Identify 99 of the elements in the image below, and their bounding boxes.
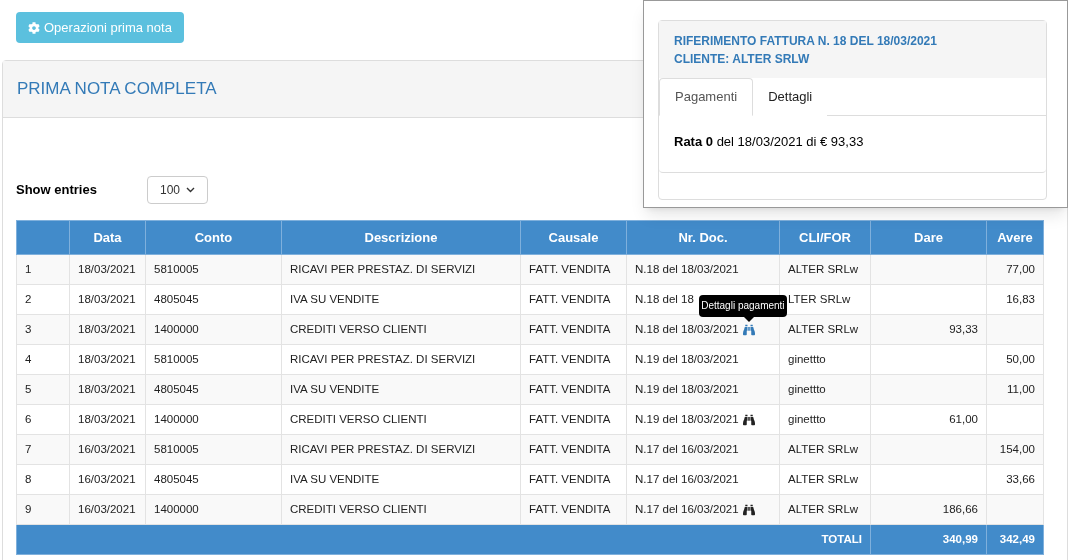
table-cell: FATT. VENDITA — [520, 284, 627, 315]
table-cell: 186,66 — [870, 494, 987, 525]
document-number: N.19 del 18/03/2021 — [635, 411, 739, 427]
table-cell: ginettto — [779, 374, 871, 405]
document-number: N.18 del 18/03/2021 — [635, 321, 739, 337]
table-cell: 16/03/2021 — [69, 434, 146, 465]
table-cell: 77,00 — [986, 254, 1044, 285]
table-cell: 18/03/2021 — [69, 314, 146, 345]
table-cell: FATT. VENDITA — [520, 494, 627, 525]
table-cell: FATT. VENDITA — [520, 434, 627, 465]
table-cell: IVA SU VENDITE — [281, 464, 521, 495]
table-cell: 18/03/2021 — [69, 404, 146, 435]
table-cell: 5810005 — [145, 344, 282, 375]
operations-button[interactable]: Operazioni prima nota — [16, 12, 184, 43]
entries-select[interactable]: 100 — [147, 176, 208, 204]
table-cell: 1400000 — [145, 404, 282, 435]
table-cell: 7 — [16, 434, 70, 465]
table-cell: IVA SU VENDITE — [281, 284, 521, 315]
table-cell: CREDITI VERSO CLIENTI — [281, 404, 521, 435]
table-cell — [986, 314, 1044, 345]
table-cell: RICAVI PER PRESTAZ. DI SERVIZI — [281, 344, 521, 375]
panel-title: PRIMA NOTA COMPLETA — [17, 78, 217, 101]
column-header[interactable]: Avere — [986, 220, 1044, 255]
table-cell: 6 — [16, 404, 70, 435]
table-cell: 154,00 — [986, 434, 1044, 465]
totals-cell: 340,99 — [870, 524, 987, 555]
table-cell: 5810005 — [145, 254, 282, 285]
table-cell: IVA SU VENDITE — [281, 374, 521, 405]
binoculars-icon[interactable] — [742, 503, 755, 516]
table-cell: ALTER SRLw — [779, 254, 871, 285]
table-cell: ALTER SRLw — [779, 494, 871, 525]
column-header[interactable]: Nr. Doc. — [626, 220, 780, 255]
document-number: N.17 del 16/03/2021 — [635, 501, 739, 517]
table-cell: 4 — [16, 344, 70, 375]
settings-icon — [28, 21, 40, 34]
table-cell: 4805045 — [145, 284, 282, 315]
document-number: N.18 del 18 — [635, 291, 694, 307]
table-cell: 61,00 — [870, 404, 987, 435]
column-header[interactable]: CLI/FOR — [779, 220, 871, 255]
table-cell — [986, 494, 1044, 525]
document-number: N.17 del 16/03/2021 — [635, 471, 739, 487]
table-cell: CREDITI VERSO CLIENTI — [281, 494, 521, 525]
table-cell: ginettto — [779, 404, 871, 435]
table-cell: FATT. VENDITA — [520, 314, 627, 345]
table-cell: 93,33 — [870, 314, 987, 345]
table-cell: 5 — [16, 374, 70, 405]
table-cell: FATT. VENDITA — [520, 344, 627, 375]
table-cell: 4805045 — [145, 464, 282, 495]
document-number: N.19 del 18/03/2021 — [635, 351, 739, 367]
table-cell: 18/03/2021 — [69, 374, 146, 405]
table-cell: FATT. VENDITA — [520, 464, 627, 495]
document-number: N.17 del 16/03/2021 — [635, 441, 739, 457]
table-cell: 18/03/2021 — [69, 254, 146, 285]
table-cell: 9 — [16, 494, 70, 525]
chevron-icon — [186, 187, 195, 193]
table-cell: 18/03/2021 — [69, 344, 146, 375]
table-cell: 2 — [16, 284, 70, 315]
column-header[interactable]: Conto — [145, 220, 282, 255]
table-cell: RICAVI PER PRESTAZ. DI SERVIZI — [281, 434, 521, 465]
show-entries-label: Show entries — [16, 181, 98, 200]
table-cell: ginettto — [779, 344, 871, 375]
table-cell: 1400000 — [145, 494, 282, 525]
table-cell: 33,66 — [986, 464, 1044, 495]
totals-label: TOTALI — [16, 524, 871, 555]
table-cell: 4805045 — [145, 374, 282, 405]
table-cell: 16/03/2021 — [69, 494, 146, 525]
table-cell: RICAVI PER PRESTAZ. DI SERVIZI — [281, 254, 521, 285]
column-header[interactable]: Dare — [870, 220, 987, 255]
table-cell: FATT. VENDITA — [520, 404, 627, 435]
table-cell: 50,00 — [986, 344, 1044, 375]
table-cell: 1 — [16, 254, 70, 285]
table-cell: ALTER SRLw — [779, 464, 871, 495]
table-cell: 8 — [16, 464, 70, 495]
installment-text: Rata 0 del 18/03/2021 di € 93,33 — [674, 134, 864, 149]
binoculars-icon[interactable] — [742, 413, 755, 426]
document-number: N.19 del 18/03/2021 — [635, 381, 739, 397]
tooltip: Dettagli pagamenti — [699, 294, 787, 317]
document-number: N.18 del 18/03/2021 — [635, 261, 739, 277]
table-cell: 1400000 — [145, 314, 282, 345]
table-cell: 16/03/2021 — [69, 464, 146, 495]
column-header[interactable]: Data — [69, 220, 146, 255]
popup-title: RIFERIMENTO FATTURA N. 18 DEL 18/03/2021 — [674, 33, 938, 50]
table-cell: 3 — [16, 314, 70, 345]
totals-cell: 342,49 — [986, 524, 1044, 555]
table-cell: CREDITI VERSO CLIENTI — [281, 314, 521, 345]
table-cell — [986, 404, 1044, 435]
popup-title: CLIENTE: ALTER SRLW — [674, 51, 811, 68]
table-cell: 11,00 — [986, 374, 1044, 405]
tooltip-arrow-icon — [743, 316, 754, 322]
tab[interactable]: Pagamenti — [659, 78, 754, 116]
column-header[interactable]: Causale — [520, 220, 627, 255]
column-header[interactable]: Descrizione — [281, 220, 521, 255]
table-cell: 18/03/2021 — [69, 284, 146, 315]
table-cell: FATT. VENDITA — [520, 374, 627, 405]
table-cell: FATT. VENDITA — [520, 254, 627, 285]
table-cell: ALTER SRLw — [779, 434, 871, 465]
table-cell: 5810005 — [145, 434, 282, 465]
table-cell: 16,83 — [986, 284, 1044, 315]
table-cell: ALTER SRLw — [779, 314, 871, 345]
